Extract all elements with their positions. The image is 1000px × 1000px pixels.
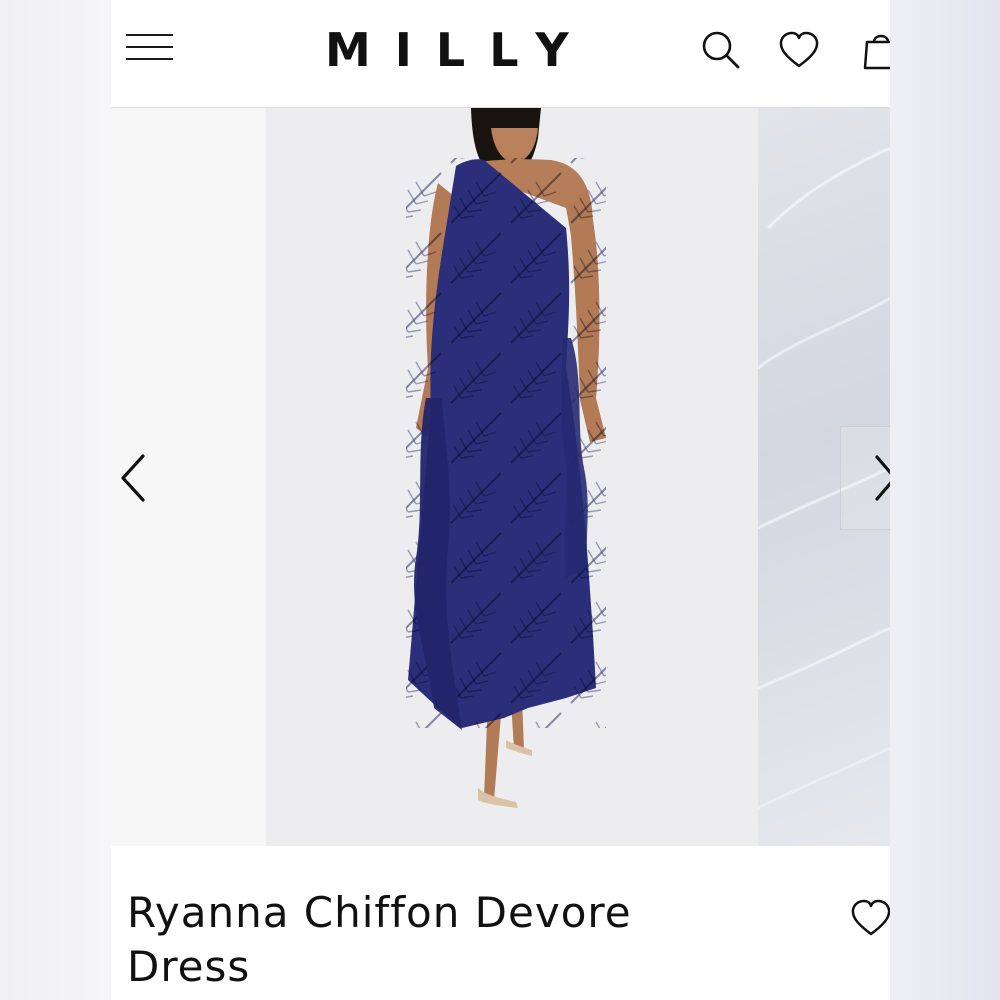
product-info: Ryanna Chiffon Devore Dress (111, 846, 890, 1000)
wishlist-button[interactable] (777, 28, 821, 72)
menu-icon-bar (126, 34, 173, 36)
dress-photo (266, 108, 606, 808)
shopping-bag-icon (863, 34, 890, 70)
product-image[interactable] (266, 108, 758, 846)
product-title-line1: Ryanna Chiffon Devore (127, 888, 632, 937)
carousel-next-button[interactable] (840, 426, 890, 530)
cart-button[interactable] (859, 28, 890, 72)
backdrop-right (890, 0, 1000, 1000)
mobile-page: MILLY Ryanna Chiffon Devore Dress (111, 0, 890, 1000)
product-title-line2: Dress (127, 942, 251, 991)
menu-icon-bar (126, 46, 173, 48)
backdrop-left (0, 0, 111, 1000)
heart-icon (851, 899, 890, 936)
chevron-right-icon (875, 455, 890, 501)
brand-logo[interactable]: MILLY (301, 20, 581, 80)
menu-button[interactable] (126, 34, 173, 62)
chevron-left-icon (121, 454, 145, 502)
product-image-carousel[interactable] (111, 108, 890, 846)
search-button[interactable] (699, 28, 743, 72)
site-header: MILLY (111, 0, 890, 108)
add-to-wishlist-button[interactable] (849, 896, 890, 940)
carousel-prev-button[interactable] (115, 448, 151, 508)
menu-icon-bar (126, 58, 173, 60)
product-title: Ryanna Chiffon Devore Dress (127, 886, 727, 994)
search-icon (702, 31, 740, 69)
heart-icon (779, 31, 819, 68)
